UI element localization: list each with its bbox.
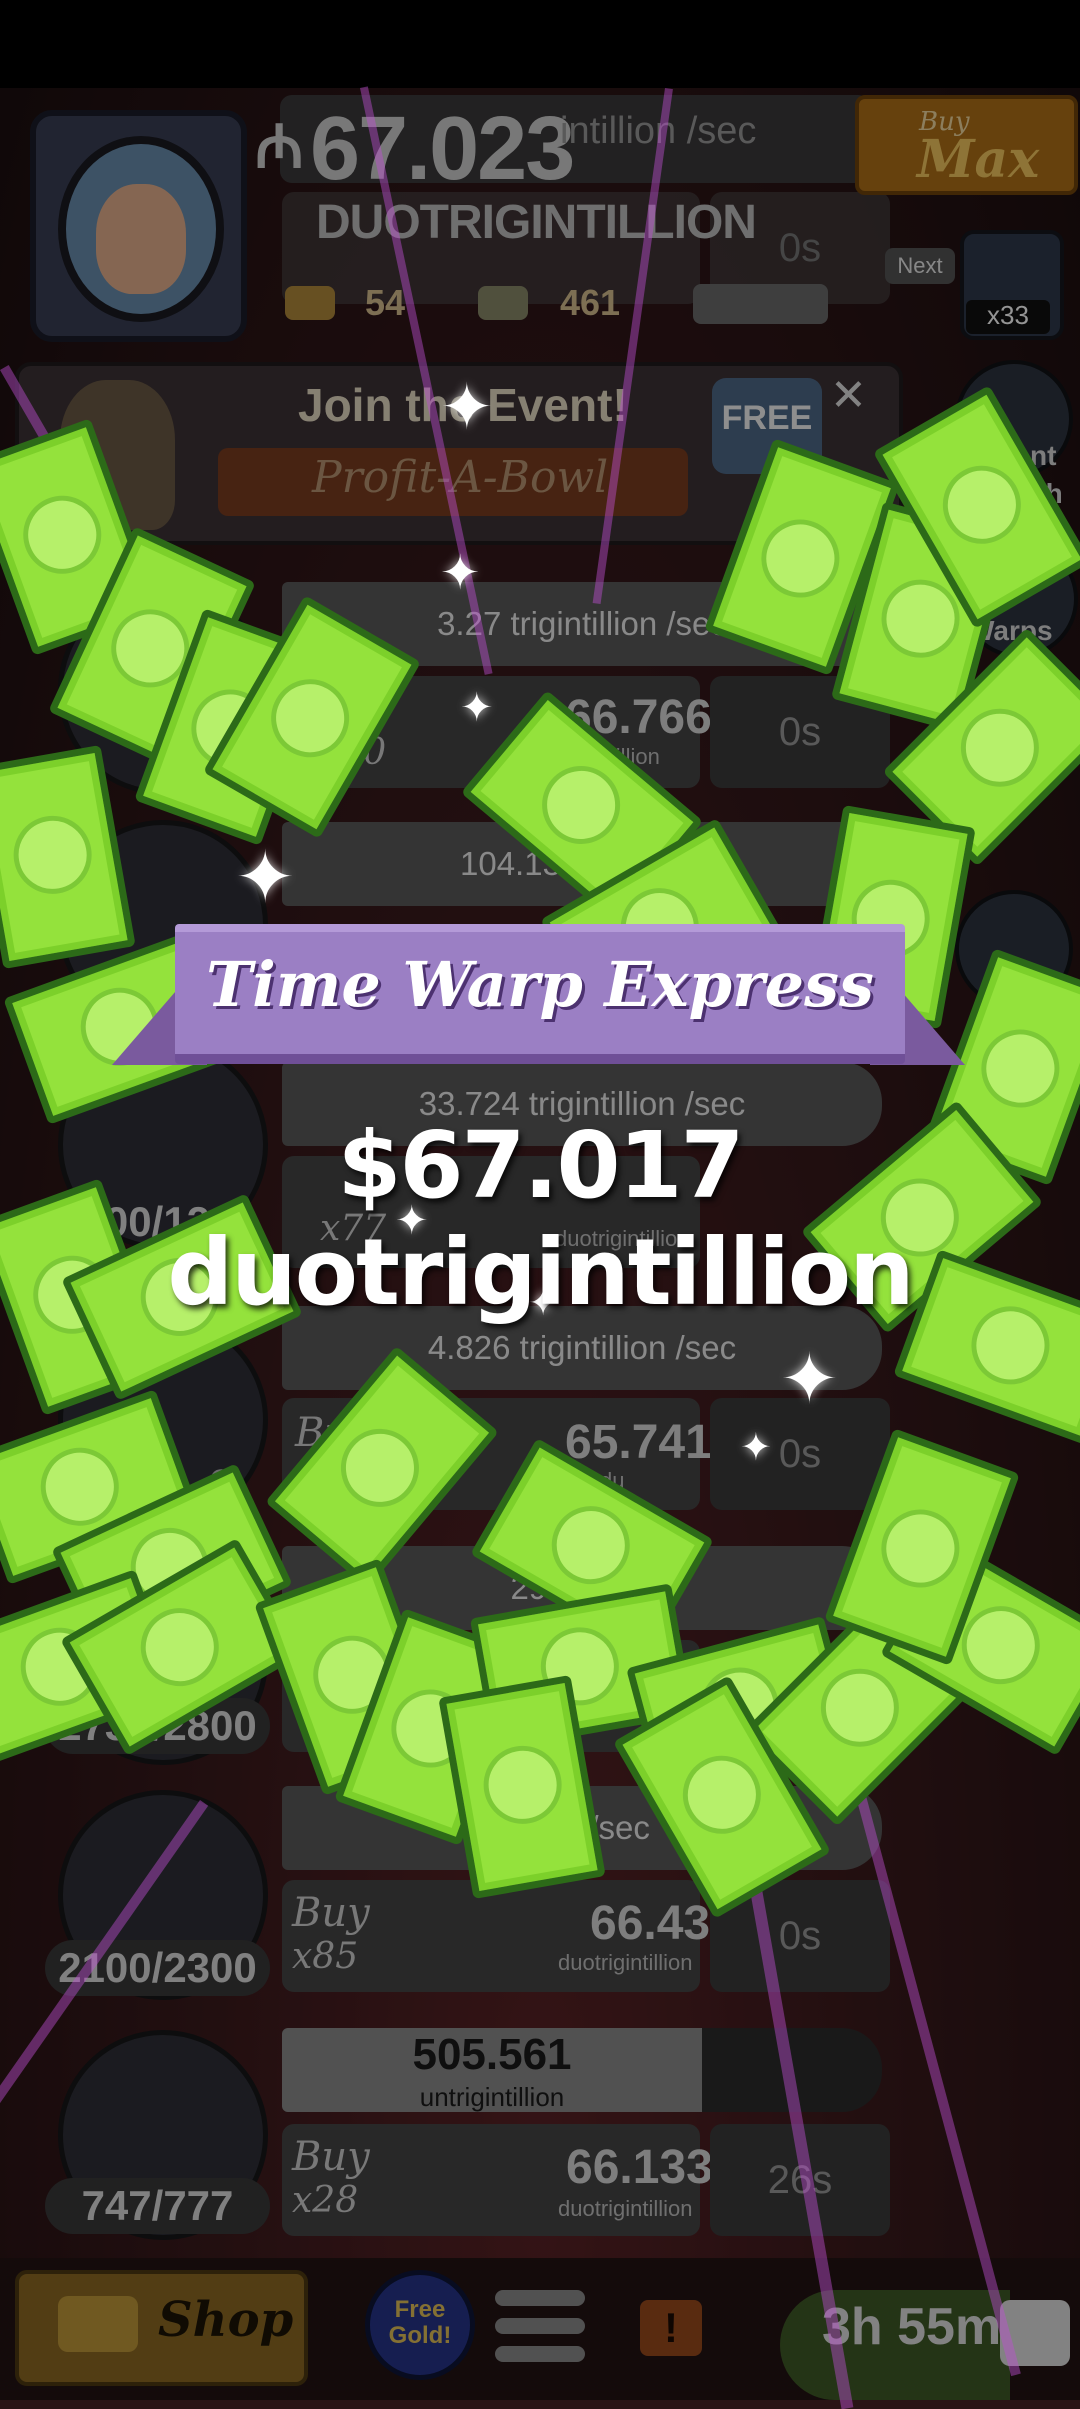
warps-count: 34 bbox=[990, 570, 1026, 606]
business-count: 747/777 bbox=[45, 2178, 270, 2234]
buy-unit: trigintillion bbox=[562, 744, 660, 769]
currency-symbol: ₼ bbox=[255, 113, 304, 180]
rate-text: 505.561 bbox=[412, 2030, 572, 2079]
business-count: 2100/2300 bbox=[45, 1940, 270, 1996]
buy-unit: du bbox=[600, 1468, 625, 1493]
header-rate-text: intillion /sec bbox=[560, 110, 757, 152]
buy-cost: 66.133 bbox=[566, 2141, 713, 2194]
next-label: Next bbox=[885, 248, 955, 284]
buy-multiplier: x50 bbox=[320, 732, 387, 773]
timer-text: 3h 55m bbox=[822, 2298, 1002, 2356]
alert-icon[interactable]: ! bbox=[640, 2300, 702, 2356]
money-unit: DUOTRIGINTILLION bbox=[316, 196, 757, 249]
event-side-sub: ch bbox=[1030, 478, 1063, 509]
event-free-badge[interactable]: FREE bbox=[712, 378, 822, 474]
buy-label: Buy bbox=[292, 1890, 370, 1936]
rate-unit: untrigintillion bbox=[419, 2082, 565, 2112]
collection-icon[interactable] bbox=[955, 890, 1073, 1008]
buy-button[interactable] bbox=[282, 1640, 700, 1752]
status-bar bbox=[0, 0, 1080, 88]
time-box: 0s bbox=[710, 676, 890, 788]
event-side-label: nt bbox=[1030, 440, 1057, 471]
buy-label: Buy bbox=[292, 2134, 370, 2180]
time-box: 26s bbox=[710, 2124, 890, 2236]
event-title: Join the Event! bbox=[298, 379, 628, 431]
buy-cost: 66.43 bbox=[590, 1897, 711, 1950]
buy-label: Buy bbox=[312, 686, 390, 732]
warps-label: Warps bbox=[968, 615, 1053, 646]
tv-icon[interactable] bbox=[1000, 2300, 1070, 2366]
rate-text: illion /sec bbox=[514, 1809, 650, 1846]
rate-text: 104.131 trig /sec bbox=[460, 845, 704, 882]
buy-label: Bu bbox=[295, 1410, 351, 1456]
free-gold-button[interactable]: Free Gold! bbox=[365, 2270, 475, 2380]
buy-unit: duotrigintillion bbox=[558, 1950, 693, 1975]
earned-amount: $67.017 duotrigintillion bbox=[167, 1112, 914, 1326]
time-box: 0s bbox=[710, 1398, 890, 1510]
buy-max-button[interactable]: Buy Max bbox=[855, 95, 1078, 195]
shop-label: Shop bbox=[158, 2292, 294, 2348]
ribbon-title: Time Warp Express bbox=[206, 948, 874, 1021]
buy-multiplier: x28 bbox=[292, 2180, 359, 2221]
gold-count: 54 bbox=[365, 282, 406, 323]
business-icon[interactable] bbox=[58, 585, 268, 795]
menu-icon[interactable] bbox=[495, 2290, 585, 2370]
buy-cost: 65.741 bbox=[565, 1416, 712, 1469]
megabucks-icon bbox=[478, 286, 528, 320]
buy-max-label: Max bbox=[917, 129, 1040, 190]
money-amount: 67.023 bbox=[310, 99, 575, 199]
gold-bar-icon bbox=[58, 2296, 138, 2352]
close-icon[interactable]: ✕ bbox=[830, 370, 867, 421]
manager-avatar[interactable] bbox=[30, 110, 247, 342]
avatar-face-icon bbox=[58, 136, 224, 322]
business-icon[interactable] bbox=[58, 1315, 268, 1525]
rate-text: 3.27 trigintillion /sec bbox=[437, 605, 727, 642]
megabucks-count: 461 bbox=[560, 282, 621, 323]
buy-unit: duo bbox=[558, 1712, 595, 1737]
buy-cost: 66.766 bbox=[565, 691, 712, 744]
event-subtitle: Profit-A-Bowl bbox=[312, 452, 609, 503]
buy-multiplier: x85 bbox=[292, 1936, 359, 1977]
free-gold-label: Free Gold! bbox=[388, 2296, 452, 2349]
buy-unit: duotrigintillion bbox=[558, 2196, 693, 2221]
business-count: 0 bbox=[208, 1461, 235, 1514]
next-count: x33 bbox=[966, 300, 1050, 334]
business-count: 2731/2800 bbox=[45, 1698, 270, 1754]
gold-icon bbox=[285, 286, 335, 320]
stock-icon bbox=[693, 284, 828, 324]
time-box: 0s bbox=[710, 1880, 890, 1992]
rate-text: 29.61 sec bbox=[510, 1569, 654, 1606]
event-manager-icon bbox=[60, 380, 175, 530]
